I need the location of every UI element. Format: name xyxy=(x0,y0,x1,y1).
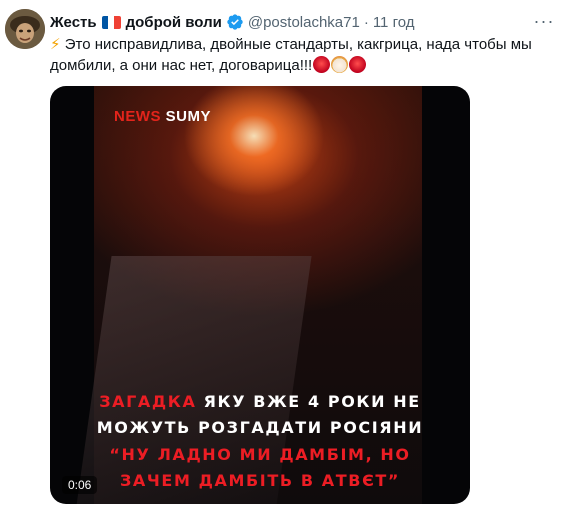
france-flag-icon xyxy=(101,15,121,29)
video-player[interactable]: NEWS SUMY ЗАГАДКА ЯКУ ВЖЕ 4 РОКИ НЕ МОЖУ… xyxy=(50,86,470,504)
more-options-icon[interactable]: ··· xyxy=(531,10,557,32)
logo-sumy-text: SUMY xyxy=(165,108,212,125)
tweet-body: Это ниспрaвидлива, двойные стандарты, ка… xyxy=(50,36,532,74)
tweet-text: ⚡ Это ниспрaвидлива, двойные стандарты, … xyxy=(50,34,560,76)
display-name-suffix[interactable]: доброй воли xyxy=(126,14,222,31)
video-caption-line-4: ЗАЧЕМ ДАМБІТЬ В АТВЄТ” xyxy=(119,471,401,490)
clown-face-emoji xyxy=(331,56,349,73)
display-name[interactable]: Жесть xyxy=(50,14,97,31)
separator-dot: · xyxy=(363,13,369,31)
face-with-symbols-emoji xyxy=(313,56,331,73)
timestamp-link[interactable]: 11 год xyxy=(373,14,415,31)
tweet-header: Жесть доброй воли @postolachka71 · 11 го… xyxy=(50,12,414,32)
face-with-symbols-emoji xyxy=(349,56,367,73)
logo-news-text: NEWS xyxy=(114,108,161,125)
video-caption-line-2: МОЖУТЬ РОЗГАДАТИ РОСІЯНИ xyxy=(96,418,424,437)
video-duration: 0:06 xyxy=(62,476,98,494)
caption-text: ЯКУ ВЖЕ 4 РОКИ НЕ xyxy=(196,392,421,411)
video-caption-line-3: “НУ ЛАДНО МИ ДАМБІМ, НО xyxy=(109,445,411,464)
verified-badge-icon xyxy=(226,13,244,31)
news-sumy-logo: NEWS SUMY xyxy=(114,108,211,125)
high-voltage-emoji: ⚡ xyxy=(50,36,61,53)
avatar[interactable] xyxy=(5,9,45,49)
avatar-image xyxy=(5,9,45,49)
handle[interactable]: @postolachka71 xyxy=(248,14,360,31)
video-caption-line-1: ЗАГАДКА ЯКУ ВЖЕ 4 РОКИ НЕ xyxy=(70,389,450,414)
caption-highlight: ЗАГАДКА xyxy=(99,392,197,411)
